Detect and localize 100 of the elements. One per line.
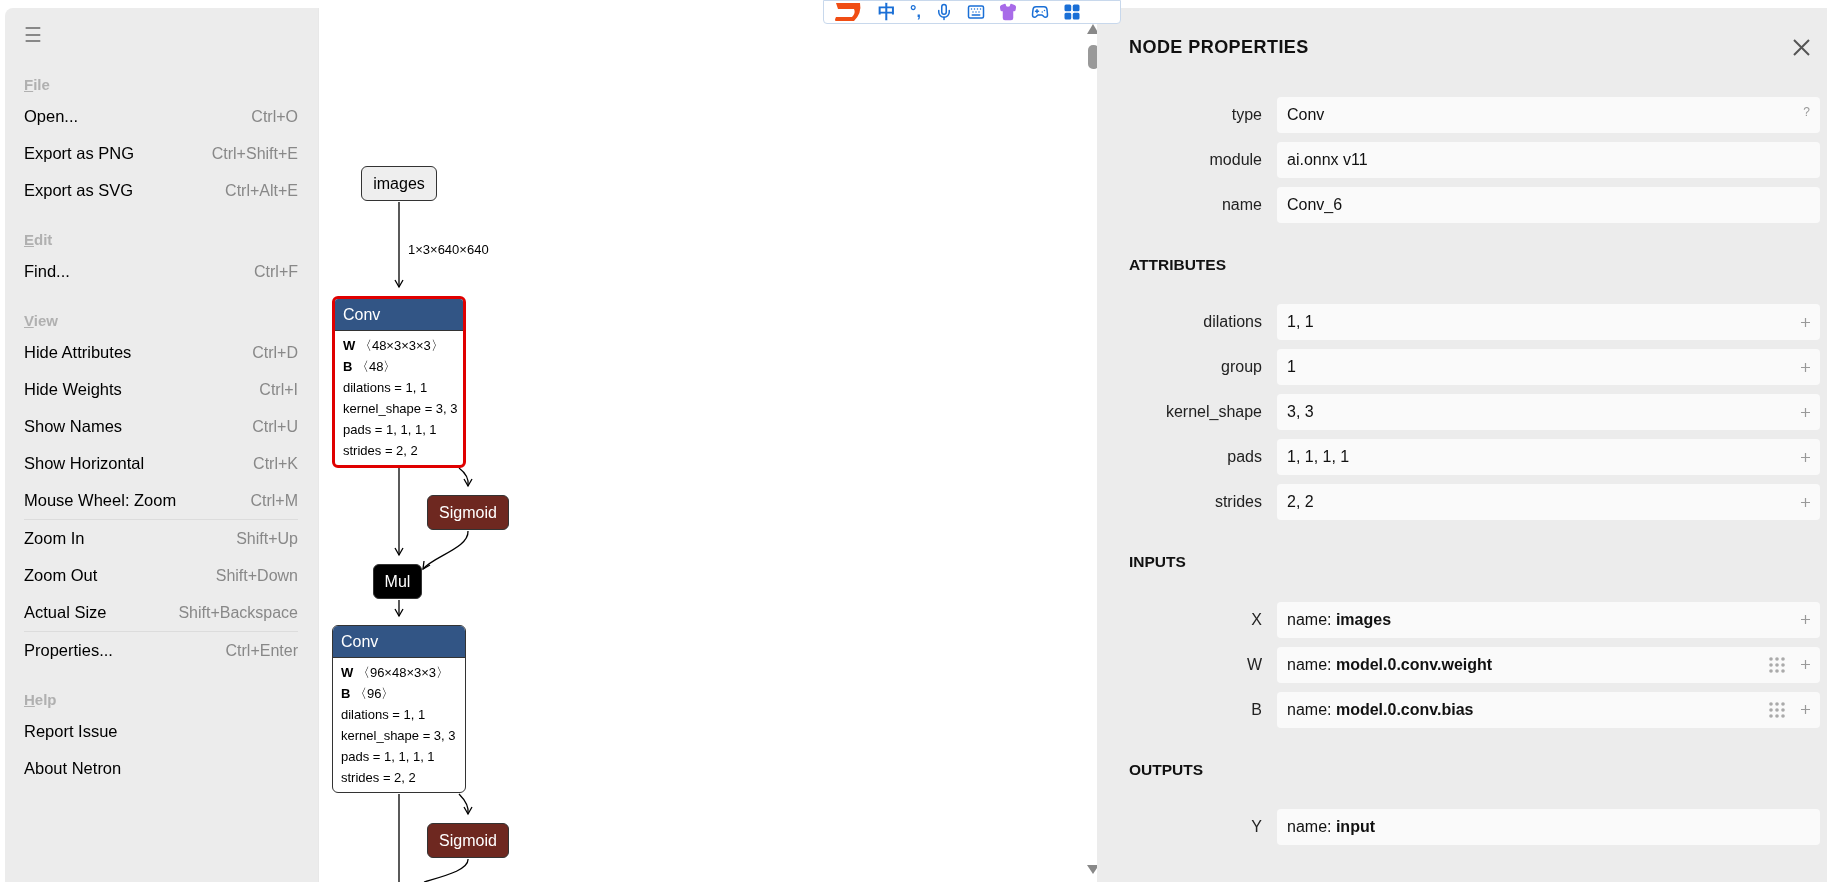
expand-icon[interactable]	[1801, 362, 1810, 372]
property-value-field: Conv_6	[1277, 187, 1820, 223]
menu-item[interactable]: About Netron	[24, 750, 298, 787]
weight-line: B 〈48〉	[343, 358, 398, 376]
property-label: Y	[1250, 816, 1263, 837]
menu-item[interactable]: Properties... Ctrl+Enter	[24, 632, 298, 669]
tensor-grid-icon[interactable]	[1769, 701, 1785, 718]
attribute-line: dilations = 1, 1	[341, 706, 427, 724]
property-value-field: 1, 1	[1277, 304, 1820, 341]
shortcut-label: Ctrl+Shift+E	[211, 143, 298, 164]
property-label: B	[1250, 699, 1263, 720]
edge-arrow	[458, 793, 473, 816]
property-label: name	[1220, 195, 1263, 215]
property-label: W	[1245, 654, 1263, 675]
shortcut-label: Ctrl+F	[254, 261, 298, 282]
menu-item[interactable]: Show Horizontal Ctrl+K	[24, 445, 298, 482]
property-value-field: 1	[1277, 349, 1820, 386]
keyboard-icon[interactable]	[966, 3, 985, 21]
property-label: dilations	[1202, 312, 1263, 333]
menu-item[interactable]: Open... Ctrl+O	[24, 98, 298, 135]
expand-icon[interactable]	[1801, 452, 1810, 462]
node-title: Conv	[333, 626, 465, 658]
menu-item[interactable]: Zoom Out Shift+Down	[24, 557, 298, 594]
operator-node[interactable]: Mul	[373, 564, 422, 599]
close-icon[interactable]	[1793, 39, 1810, 56]
gamepad-icon[interactable]	[1030, 3, 1049, 21]
shortcut-label: Ctrl+D	[252, 342, 298, 363]
shortcut-label: Shift+Down	[215, 565, 298, 586]
edge-arrow	[422, 530, 469, 571]
property-value-field: 2, 2	[1277, 484, 1820, 521]
menu-item[interactable]: Zoom In Shift+Up	[24, 520, 298, 557]
section-title: ATTRIBUTES	[1129, 255, 1227, 275]
shortcut-label: Ctrl+O	[251, 106, 298, 127]
expand-icon[interactable]	[1801, 705, 1810, 714]
property-value-field: 3, 3	[1277, 394, 1820, 431]
menu-item[interactable]: Export as PNG Ctrl+Shift+E	[24, 135, 298, 172]
attribute-line: pads = 1, 1, 1, 1	[343, 421, 438, 439]
weight-line: B 〈96〉	[341, 685, 396, 703]
shirt-icon[interactable]	[998, 3, 1017, 21]
property-label: group	[1220, 357, 1263, 378]
shortcut-label: Ctrl+Enter	[225, 640, 298, 661]
property-label: X	[1250, 609, 1263, 630]
property-label: pads	[1226, 447, 1263, 468]
section-title: INPUTS	[1129, 552, 1187, 573]
shortcut-label: Ctrl+Alt+E	[225, 180, 298, 201]
shortcut-label: Ctrl+I	[259, 379, 298, 400]
property-label: strides	[1213, 492, 1263, 513]
menu-section-title: Edit	[24, 230, 53, 250]
operator-node[interactable]: Sigmoid	[427, 495, 509, 530]
property-label: module	[1208, 150, 1263, 170]
input-mode-button[interactable]: 中	[878, 3, 896, 21]
operator-node[interactable]: Sigmoid	[427, 823, 509, 858]
property-value-field: name: model.0.conv.bias	[1277, 691, 1820, 728]
attribute-line: dilations = 1, 1	[343, 379, 429, 397]
property-value-field: ai.onnx v11	[1277, 142, 1820, 178]
scrollbar-thumb[interactable]	[1088, 45, 1097, 69]
layer-node[interactable]: Conv W 〈96×48×3×3〉 B 〈96〉 dilations = 1, 1 kernel_shape = 3, 3 pads = 1, 1, 1, 1 strides = 2, 2	[332, 625, 466, 793]
menu-item[interactable]: Find... Ctrl+F	[24, 253, 298, 290]
expand-icon[interactable]	[1801, 660, 1810, 669]
edge-label: 1×3×640×640	[408, 241, 489, 259]
input-node[interactable]: images	[361, 166, 437, 201]
menu-item[interactable]: Actual Size Shift+Backspace	[24, 594, 298, 631]
menu-section-title: View	[24, 311, 58, 331]
menu-section-title: Help	[24, 690, 57, 710]
attribute-line: kernel_shape = 3, 3	[341, 727, 457, 745]
menu-section-title: File	[24, 75, 50, 95]
grid-icon[interactable]	[1062, 3, 1081, 21]
attribute-line: strides = 2, 2	[341, 769, 417, 787]
section-title: OUTPUTS	[1129, 759, 1205, 780]
attribute-line: kernel_shape = 3, 3	[343, 400, 455, 418]
weight-line: W 〈48×3×3×3〉	[343, 337, 445, 355]
menu-item[interactable]: Hide Attributes Ctrl+D	[24, 334, 298, 371]
tensor-grid-icon[interactable]	[1769, 656, 1785, 673]
shortcut-label: Ctrl+U	[252, 416, 298, 437]
expand-icon[interactable]	[1801, 497, 1810, 507]
edge-arrow	[458, 467, 473, 488]
property-label: type	[1230, 105, 1263, 125]
property-value-field: name: model.0.conv.weight	[1277, 646, 1820, 683]
edge-arrow	[394, 599, 404, 618]
menu-item[interactable]: Export as SVG Ctrl+Alt+E	[24, 172, 298, 209]
menu-item[interactable]: Mouse Wheel: Zoom Ctrl+M	[24, 482, 298, 519]
menu-item[interactable]: Hide Weights Ctrl+I	[24, 371, 298, 408]
scroll-down-icon[interactable]	[1087, 865, 1097, 874]
menu-item[interactable]: Report Issue	[24, 713, 298, 750]
property-label: kernel_shape	[1164, 402, 1263, 423]
property-value-field: 1, 1, 1, 1	[1277, 439, 1820, 476]
expand-icon[interactable]	[1801, 317, 1810, 327]
expand-icon[interactable]	[1801, 407, 1810, 417]
attribute-line: strides = 2, 2	[343, 442, 419, 460]
punctuation-button[interactable]: °,	[910, 4, 921, 20]
expand-icon[interactable]	[1801, 615, 1810, 624]
weight-line: W 〈96×48×3×3〉	[341, 664, 451, 682]
shortcut-label: Shift+Up	[236, 528, 298, 549]
property-value-field: Conv ?	[1277, 97, 1820, 133]
property-value-field: name: input	[1277, 808, 1820, 845]
property-value-field: name: images	[1277, 601, 1820, 638]
shortcut-label: Ctrl+K	[253, 453, 298, 474]
layer-node[interactable]: Conv W 〈48×3×3×3〉 B 〈48〉 dilations = 1, 1 kernel_shape = 3, 3 pads = 1, 1, 1, 1 strides = 2, 2	[332, 296, 466, 468]
menu-item[interactable]: Show Names Ctrl+U	[24, 408, 298, 445]
shortcut-label: Ctrl+M	[250, 490, 298, 511]
